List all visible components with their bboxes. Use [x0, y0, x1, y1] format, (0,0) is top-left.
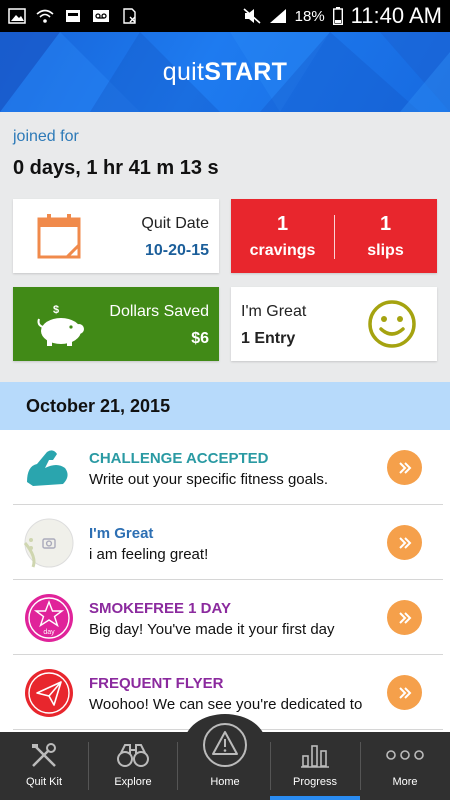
nosim-icon: [123, 8, 136, 24]
open-button[interactable]: [387, 675, 422, 710]
double-chevron-right-icon: [398, 686, 411, 699]
app-logo: quitSTART: [162, 57, 288, 86]
gallery-icon: [8, 8, 26, 24]
dollars-saved-value: $6: [191, 330, 209, 347]
binoculars-icon: [117, 744, 149, 767]
mood-label: I'm Great: [241, 303, 307, 320]
mood-entry-count: 1 Entry: [241, 330, 296, 347]
feed-title: FREQUENT FLYER: [89, 675, 224, 692]
feed-description: Big day! You've made it your first day: [89, 621, 335, 638]
bottom-nav: Quit Kit Explore Home Progress More: [0, 714, 450, 800]
feed-item[interactable]: day SMOKEFREE 1 DAY Big day! You've made…: [13, 580, 443, 655]
status-bar: 18% 11:40 AM: [0, 0, 450, 32]
open-button[interactable]: [387, 600, 422, 635]
mute-icon: [243, 8, 261, 24]
feed-title: I'm Great: [89, 525, 154, 542]
date-header-text: October 21, 2015: [26, 396, 171, 416]
activity-feed: CHALLENGE ACCEPTED Write out your specif…: [0, 430, 450, 732]
double-chevron-right-icon: [398, 611, 411, 624]
active-tab-indicator: [270, 796, 360, 800]
quit-date-card[interactable]: Quit Date 10-20-15: [13, 199, 219, 273]
nav-label: Quit Kit: [25, 776, 63, 788]
open-button[interactable]: [387, 450, 422, 485]
dollars-saved-label: Dollars Saved: [109, 303, 209, 320]
open-button[interactable]: [387, 525, 422, 560]
tools-icon: [32, 743, 56, 767]
slips-stat[interactable]: 1 slips: [334, 213, 437, 260]
feed-description: i am feeling great!: [89, 546, 209, 563]
feed-title: SMOKEFREE 1 DAY: [89, 600, 231, 617]
mood-card[interactable]: I'm Great 1 Entry: [231, 287, 437, 361]
nav-divider: [177, 742, 178, 790]
bar-chart-icon: [301, 745, 329, 768]
battery-icon: [332, 7, 343, 25]
svg-text:$: $: [53, 304, 59, 316]
svg-text:day: day: [43, 629, 55, 636]
nav-label: Explore: [114, 776, 152, 788]
piggy-bank-icon: $: [37, 304, 84, 346]
store-icon: [66, 10, 80, 22]
double-chevron-right-icon: [398, 536, 411, 549]
nav-label: Progress: [292, 776, 338, 788]
smiley-icon: [368, 300, 416, 348]
nav-home[interactable]: Home: [181, 723, 269, 800]
feed-description: Woohoo! We can see you're dedicated to: [89, 696, 363, 713]
battery-percent: 18%: [294, 7, 325, 25]
date-header: October 21, 2015: [0, 382, 450, 430]
flexed-arm-icon: [27, 450, 68, 486]
feed-item[interactable]: CHALLENGE ACCEPTED Write out your specif…: [13, 430, 443, 505]
nav-explore[interactable]: Explore: [89, 732, 177, 800]
nav-progress[interactable]: Progress: [271, 732, 359, 800]
nav-label: More: [392, 776, 418, 788]
quit-date-value: 10-20-15: [144, 242, 209, 259]
nav-more[interactable]: More: [361, 732, 449, 800]
warning-icon: [203, 723, 247, 767]
joined-duration: 0 days, 1 hr 41 m 13 s: [13, 157, 219, 179]
star-badge-icon: day: [25, 594, 73, 642]
dollars-saved-card[interactable]: $ Dollars Saved $6: [13, 287, 219, 361]
slips-count: 1: [379, 213, 392, 235]
feed-description: Write out your specific fitness goals.: [89, 471, 328, 488]
quit-date-label: Quit Date: [141, 215, 209, 232]
more-dots-icon: [386, 750, 424, 760]
nav-quit-kit[interactable]: Quit Kit: [0, 732, 88, 800]
cravings-label: cravings: [249, 242, 316, 259]
cravings-count: 1: [276, 213, 289, 235]
camera-icon: [23, 518, 74, 568]
wifi-icon: [36, 9, 54, 23]
nav-label: Home: [210, 776, 240, 788]
feed-item[interactable]: I'm Great i am feeling great!: [13, 505, 443, 580]
slips-label: slips: [367, 242, 404, 259]
clock: 11:40 AM: [350, 3, 442, 28]
double-chevron-right-icon: [398, 461, 411, 474]
voicemail-icon: [93, 10, 109, 22]
cravings-slips-card[interactable]: 1 cravings 1 slips: [231, 199, 437, 273]
signal-icon: [269, 9, 286, 23]
app-header: quitSTART: [0, 32, 450, 112]
cravings-stat[interactable]: 1 cravings: [231, 213, 334, 260]
calendar-icon: [37, 214, 81, 259]
feed-title: CHALLENGE ACCEPTED: [89, 450, 269, 467]
paper-plane-icon: [25, 669, 73, 717]
joined-label: joined for: [13, 128, 79, 145]
